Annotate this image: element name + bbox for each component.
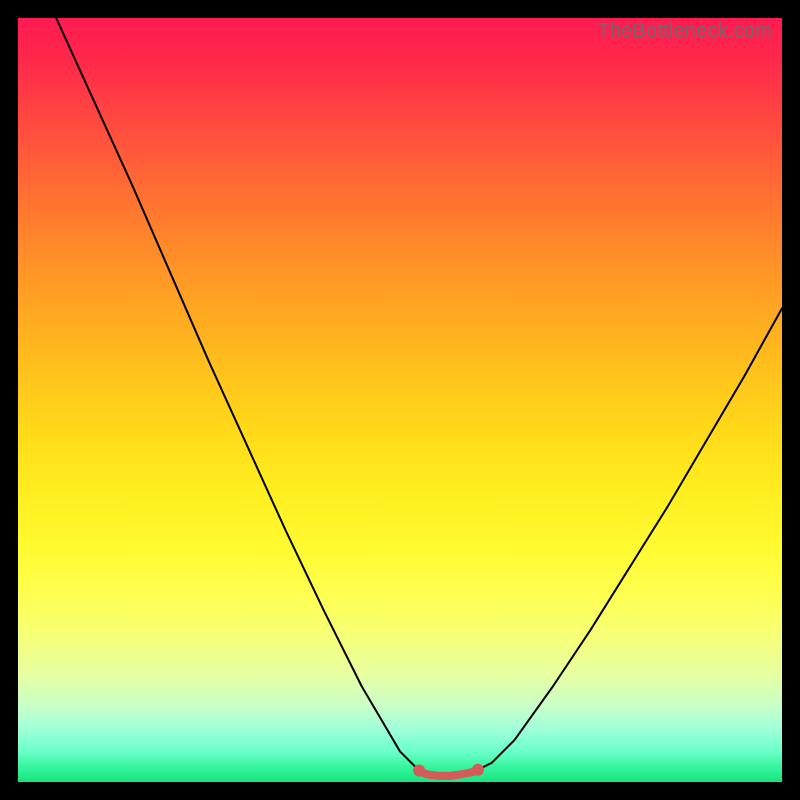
chart-curve-svg: [18, 18, 782, 782]
series-minimum-marker: [419, 770, 478, 776]
series-minimum-marker-endpoint: [413, 765, 425, 777]
series-minimum-marker-endpoint: [472, 764, 484, 776]
chart-plot-area: TheBottleneck.com: [18, 18, 782, 782]
watermark-text: TheBottleneck.com: [597, 20, 772, 43]
series-curve-left: [56, 18, 419, 771]
series-curve-right: [476, 308, 782, 770]
series-container: [56, 18, 782, 777]
chart-frame: TheBottleneck.com: [0, 0, 800, 800]
